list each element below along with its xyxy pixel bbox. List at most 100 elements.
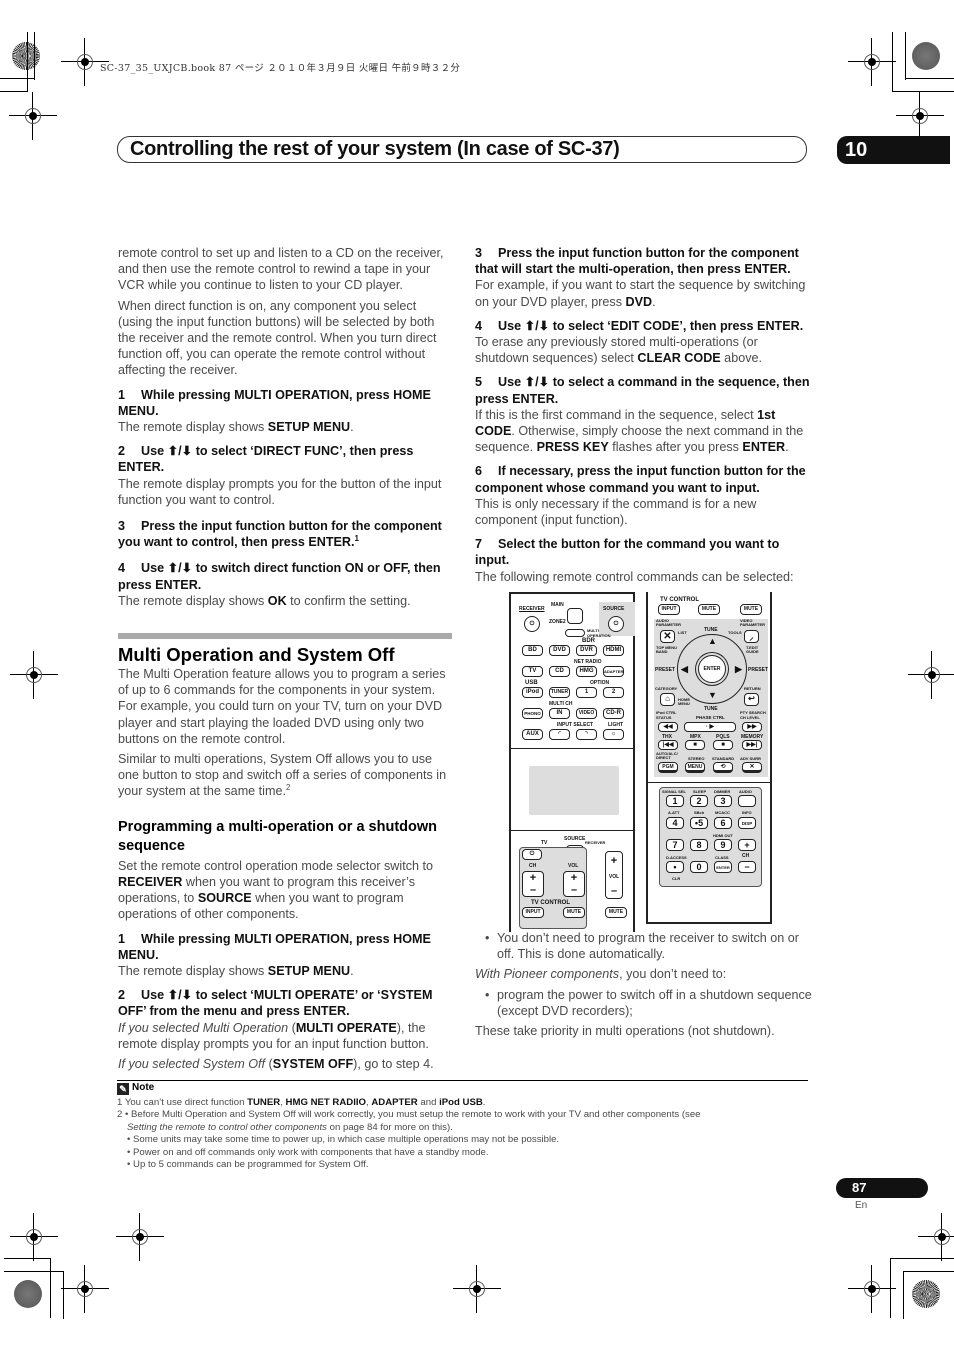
tune-down-label: TUNE: [704, 706, 718, 712]
preset-left-label: PRESET: [655, 667, 676, 673]
adapter-button[interactable]: ADAPTER: [603, 666, 624, 677]
dvd-button[interactable]: DVD: [549, 645, 570, 656]
hmg-button[interactable]: HMG: [576, 666, 597, 677]
key-4[interactable]: 4: [666, 817, 684, 829]
key-7[interactable]: 7: [666, 839, 684, 851]
tv-vol-rocker[interactable]: + –: [563, 871, 585, 897]
registration-mark: [908, 651, 954, 699]
pause-button[interactable]: ■: [685, 740, 705, 750]
multi-operation-button[interactable]: [565, 629, 585, 637]
next-button[interactable]: ▶▶|: [742, 740, 762, 750]
return-button[interactable]: ↩: [744, 693, 759, 706]
info-label: INFO: [742, 810, 752, 815]
down-arrow-icon[interactable]: ▼: [708, 690, 717, 700]
enter-button[interactable]: ENTER: [698, 655, 726, 683]
tv-input-button[interactable]: INPUT: [658, 604, 680, 615]
receiver-power-button[interactable]: ⏻: [524, 616, 540, 632]
class-label: CLASS: [715, 855, 729, 860]
tv-input-button[interactable]: INPUT: [522, 907, 544, 918]
zone-selector-switch[interactable]: [567, 608, 583, 624]
up-arrow-icon[interactable]: ▲: [708, 636, 717, 646]
key-6[interactable]: 6: [714, 817, 732, 829]
input-select-right-button[interactable]: ◝: [576, 729, 597, 740]
zone2-label: ZONE2: [549, 619, 566, 625]
cd-button[interactable]: CD: [549, 666, 570, 677]
home-menu-button[interactable]: ⌂: [660, 693, 675, 706]
key-8[interactable]: 8: [690, 839, 708, 851]
pgm-button[interactable]: PGM: [658, 762, 678, 773]
dvr-button[interactable]: DVR: [576, 645, 597, 656]
adv-surr-button[interactable]: ✕: [742, 762, 762, 773]
mute-button[interactable]: MUTE: [605, 907, 627, 918]
light-button[interactable]: ☼: [603, 729, 624, 740]
option-1-button[interactable]: 1: [576, 687, 597, 698]
enter-key[interactable]: ENTER: [714, 861, 732, 873]
subsection-paragraph: Set the remote control operation mode se…: [118, 858, 434, 922]
tuner-button[interactable]: TUNER: [549, 687, 570, 698]
crop-mark: [903, 1271, 954, 1272]
phono-button[interactable]: PHONO: [522, 708, 543, 719]
receiver-mode-label: RECEIVER: [585, 840, 606, 845]
chapter-number: 10: [837, 136, 950, 164]
pioneer-paragraph: With Pioneer components, you don’t need …: [475, 967, 727, 982]
tv-ch-rocker[interactable]: + –: [522, 871, 544, 897]
book-file-info: SC-37_35_UXJCB.book 87 ページ ２０１０年３月９日 火曜日…: [100, 63, 461, 74]
key-5[interactable]: •5: [690, 817, 708, 829]
step-body: The following remote control commands ca…: [475, 569, 794, 584]
step-body: For example, if you want to start the se…: [475, 278, 806, 309]
pencil-note-icon: ✎: [117, 1083, 129, 1095]
tv-mute-button[interactable]: MUTE: [698, 604, 720, 615]
ch-plus-key[interactable]: +: [738, 839, 756, 851]
volume-rocker[interactable]: + VOL –: [605, 851, 623, 899]
key-3[interactable]: 3: [714, 795, 732, 807]
multi-ch-in-button[interactable]: IN: [549, 708, 570, 719]
fast-forward-button[interactable]: ▶▶: [742, 722, 762, 732]
video-button[interactable]: VIDEO: [576, 708, 597, 719]
aux-button[interactable]: AUX: [522, 729, 543, 740]
ipod-button[interactable]: iPod: [522, 687, 543, 698]
tv-mute-button[interactable]: MUTE: [563, 907, 585, 918]
rewind-button[interactable]: ◀◀: [658, 722, 678, 732]
tv-power-button[interactable]: ⏻: [522, 849, 542, 860]
crop-mark: [892, 91, 954, 92]
footnote-2-bullet: • Some units may take some time to power…: [127, 1134, 560, 1146]
a-att-label: A.ATT: [668, 810, 680, 815]
audio-parameter-button[interactable]: ✕: [660, 630, 675, 643]
cdr-button[interactable]: CD-R: [603, 708, 624, 719]
step-body: To erase any previously stored multi-ope…: [475, 335, 762, 366]
stop-button[interactable]: ■: [713, 740, 733, 750]
input-select-left-button[interactable]: ◜: [549, 729, 570, 740]
step-heading: 2 Use ⬆/⬇ to select ‘MULTI OPERATE’ or ‘S…: [118, 988, 433, 1019]
ch-minus-key[interactable]: −: [738, 861, 756, 873]
right-arrow-icon[interactable]: ▶: [735, 664, 742, 675]
registration-mark: [918, 1213, 954, 1261]
return-label: RETURN: [744, 686, 761, 691]
mute-button[interactable]: MUTE: [740, 604, 762, 615]
d-access-key[interactable]: •: [666, 861, 684, 873]
subsection-title: Programming a multi-operation or a shutd…: [118, 818, 438, 854]
category-label: CATEGORY: [655, 686, 678, 691]
hdmi-button[interactable]: HDMI: [603, 645, 624, 656]
key-0[interactable]: 0: [690, 861, 708, 873]
key-2[interactable]: 2: [690, 795, 708, 807]
option-2-button[interactable]: 2: [603, 687, 624, 698]
main-label: MAIN: [551, 602, 564, 608]
step-heading: 4 Use ⬆/⬇ to switch direct function ON or…: [118, 561, 441, 592]
bd-button[interactable]: BD: [522, 645, 543, 656]
left-arrow-icon[interactable]: ◀: [681, 664, 688, 675]
previous-button[interactable]: |◀◀: [658, 740, 678, 750]
multi-ch-label: MULTI CH: [549, 701, 573, 707]
tv-button[interactable]: TV: [522, 666, 543, 677]
tv-control-label: TV CONTROL: [531, 900, 570, 906]
video-parameter-button[interactable]: ⸝: [744, 630, 759, 643]
receiver-label: RECEIVER: [519, 606, 545, 612]
right-column-top: 3 Press the input function button for the…: [475, 245, 815, 589]
audio-parameter-label: AUDIO PARAMETER: [656, 618, 682, 627]
disp-key[interactable]: DISP: [738, 817, 756, 829]
key-1[interactable]: 1: [666, 795, 684, 807]
menu-button[interactable]: MENU: [685, 762, 705, 773]
phase-ctrl-play-button[interactable]: · ▶: [684, 722, 736, 732]
key-9[interactable]: 9: [714, 839, 732, 851]
standard-button[interactable]: ⟲: [713, 762, 733, 773]
audio-key[interactable]: [738, 795, 756, 807]
